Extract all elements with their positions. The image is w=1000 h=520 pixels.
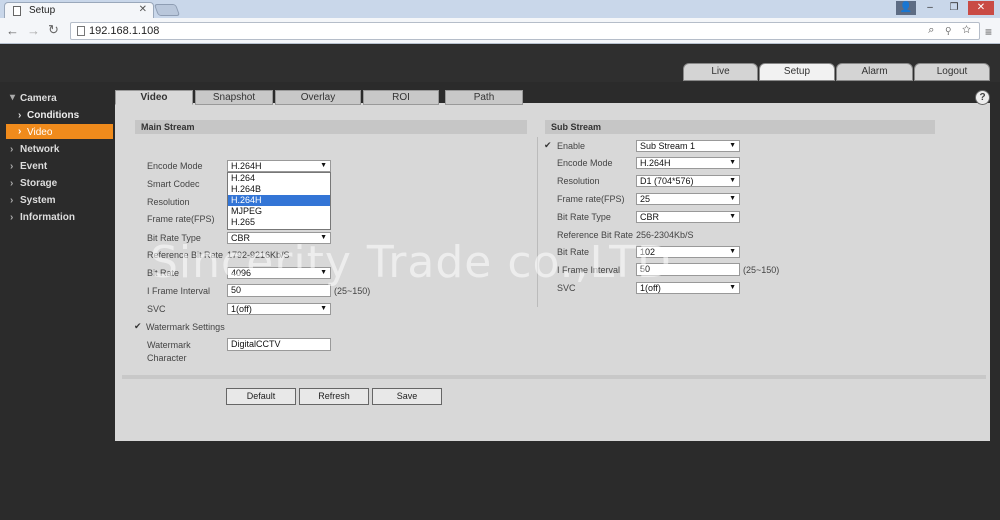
sub-bit-rate-type-value: CBR (640, 212, 660, 222)
tab-roi[interactable]: ROI (363, 90, 439, 105)
browser-tab[interactable]: Setup ✕ (4, 2, 154, 18)
sub-stream-header: Sub Stream (545, 120, 935, 134)
dropdown-arrow-icon: ▼ (320, 305, 327, 312)
dropdown-arrow-icon: ▼ (729, 159, 736, 166)
reload-icon[interactable]: ↻ (48, 22, 59, 38)
dropdown-arrow-icon: ▼ (729, 284, 736, 291)
tab-overlay[interactable]: Overlay (275, 90, 361, 105)
chevron-right-icon: › (10, 161, 14, 172)
sidebar-item-information[interactable]: Information (20, 212, 75, 223)
sub-encode-mode-label: Encode Mode (557, 158, 613, 168)
sub-bit-rate-type-label: Bit Rate Type (557, 212, 611, 222)
button-bar-divider (122, 375, 986, 379)
frame-rate-label: Frame rate(FPS) (147, 214, 215, 224)
sub-bit-rate-type-select[interactable]: CBR ▼ (636, 211, 740, 223)
sidebar-item-video[interactable]: Video (27, 127, 52, 138)
sidebar-item-system[interactable]: System (20, 195, 56, 206)
watermark-overlay: Sincerity Trade co.,LTD (150, 237, 672, 288)
dropdown-option-selected[interactable]: H.264H (228, 195, 330, 206)
main-stream-header: Main Stream (135, 120, 527, 134)
minimize-icon[interactable]: – (920, 1, 940, 15)
sidebar-item-event[interactable]: Event (20, 161, 47, 172)
dropdown-arrow-icon: ▼ (729, 142, 736, 149)
watermark-character-input[interactable]: DigitalCCTV (227, 338, 331, 351)
dropdown-option[interactable]: H.264B (228, 184, 330, 195)
tab-live[interactable]: Live (683, 63, 758, 81)
chevron-right-icon: › (10, 178, 14, 189)
address-bar[interactable]: 192.168.1.108 ⌕ ⚲ ☆ (70, 22, 980, 40)
encode-mode-value: H.264H (231, 161, 262, 171)
dropdown-arrow-icon: ▼ (729, 248, 736, 255)
sub-encode-mode-value: H.264H (640, 158, 671, 168)
dropdown-option[interactable]: H.264 (228, 173, 330, 184)
watermark-character-label: Watermark (147, 340, 191, 350)
enable-label: Enable (557, 141, 586, 151)
resolution-label: Resolution (147, 197, 190, 207)
tab-path[interactable]: Path (445, 90, 523, 105)
svc-select[interactable]: 1(off) ▼ (227, 303, 331, 315)
watermark-character-label-2: Character (147, 353, 187, 363)
tab-video[interactable]: Video (115, 90, 193, 105)
encode-mode-dropdown[interactable]: H.264 H.264B H.264H MJPEG H.265 (227, 172, 331, 230)
browser-tab-title: Setup (29, 5, 56, 16)
url-text: 192.168.1.108 (89, 25, 160, 37)
sidebar-item-network[interactable]: Network (20, 144, 59, 155)
tab-logout[interactable]: Logout (914, 63, 990, 81)
sidebar-item-video-highlight[interactable] (6, 124, 113, 139)
dropdown-arrow-icon: ▼ (729, 213, 736, 220)
svc-label: SVC (147, 304, 166, 314)
sub-resolution-label: Resolution (557, 176, 600, 186)
forward-icon[interactable]: → (27, 23, 40, 38)
refresh-button[interactable]: Refresh (299, 388, 369, 405)
sub-stream-select[interactable]: Sub Stream 1 ▼ (636, 140, 740, 152)
page-icon (77, 26, 85, 36)
dropdown-arrow-icon: ▼ (320, 162, 327, 169)
address-tools-icon[interactable]: ⌕ ⚲ ☆ (928, 24, 975, 37)
chevron-right-icon: › (10, 144, 14, 155)
dropdown-option[interactable]: H.265 (228, 217, 330, 228)
save-button[interactable]: Save (372, 388, 442, 405)
smart-codec-label: Smart Codec (147, 179, 200, 189)
user-icon[interactable]: 👤 (896, 1, 916, 15)
window-controls: 👤 – ❐ ✕ (896, 0, 994, 16)
sub-frame-rate-select[interactable]: 25 ▼ (636, 193, 740, 205)
sub-frame-rate-label: Frame rate(FPS) (557, 194, 625, 204)
sub-resolution-value: D1 (704*576) (640, 176, 694, 186)
enable-checkbox[interactable]: ✔ (544, 140, 552, 151)
dropdown-arrow-icon: ▼ (729, 195, 736, 202)
back-icon[interactable]: ← (6, 23, 19, 38)
help-icon[interactable]: ? (975, 90, 990, 105)
default-button[interactable]: Default (226, 388, 296, 405)
sub-iframe-interval-range: (25~150) (743, 265, 780, 275)
close-window-icon[interactable]: ✕ (968, 1, 994, 15)
chevron-right-icon: › (18, 126, 22, 137)
sub-encode-mode-select[interactable]: H.264H ▼ (636, 157, 740, 169)
sub-resolution-select[interactable]: D1 (704*576) ▼ (636, 175, 740, 187)
tab-setup[interactable]: Setup (759, 63, 835, 81)
chevron-right-icon: › (18, 110, 22, 121)
dropdown-arrow-icon: ▼ (729, 177, 736, 184)
maximize-icon[interactable]: ❐ (944, 1, 964, 15)
tab-snapshot[interactable]: Snapshot (195, 90, 273, 105)
tab-alarm[interactable]: Alarm (836, 63, 913, 81)
encode-mode-select[interactable]: H.264H ▼ (227, 160, 331, 172)
browser-menu-icon[interactable]: ≡ (985, 25, 992, 39)
watermark-checkbox[interactable]: ✔ (134, 321, 142, 332)
close-tab-icon[interactable]: ✕ (139, 4, 147, 15)
chevron-right-icon: › (10, 212, 14, 223)
watermark-settings-label: Watermark Settings (146, 322, 225, 332)
dropdown-option[interactable]: MJPEG (228, 206, 330, 217)
sub-frame-rate-value: 25 (640, 194, 651, 204)
sidebar-item-conditions[interactable]: Conditions (27, 110, 79, 121)
sidebar-item-camera[interactable]: Camera (20, 93, 57, 104)
sidebar-item-storage[interactable]: Storage (20, 178, 57, 189)
new-tab-button[interactable] (153, 4, 181, 16)
encode-mode-label: Encode Mode (147, 161, 203, 171)
chevron-right-icon: › (10, 195, 14, 206)
sub-stream-value: Sub Stream 1 (640, 141, 696, 151)
svc-value: 1(off) (231, 304, 252, 314)
page-icon (13, 6, 21, 16)
chevron-down-icon: ▾ (10, 92, 16, 103)
